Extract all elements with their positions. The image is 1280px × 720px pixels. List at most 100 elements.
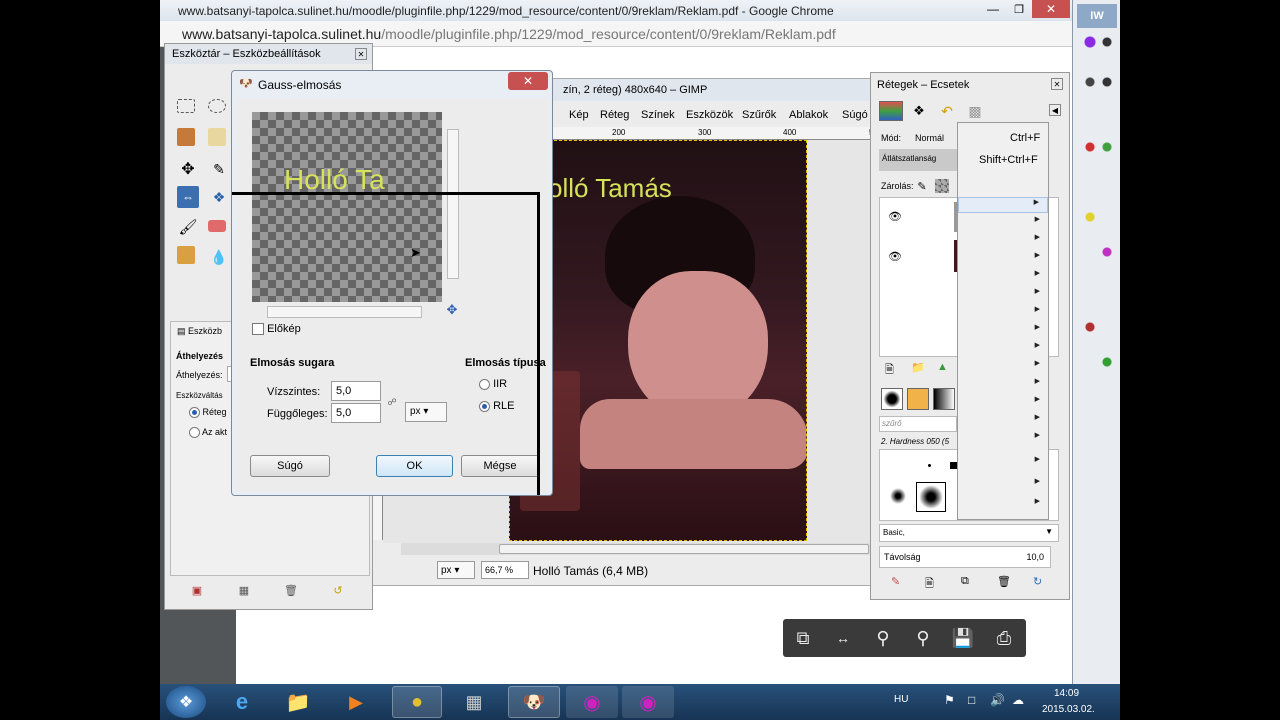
- menu-item-noise[interactable]: ▶: [958, 287, 1048, 303]
- gauss-close-button[interactable]: ✕: [508, 72, 548, 90]
- menu-item-decor[interactable]: ▶: [958, 377, 1048, 393]
- fit-width-icon[interactable]: ↔: [825, 621, 861, 655]
- tab-paths-icon[interactable]: ▩: [963, 101, 987, 121]
- tab-undo-icon[interactable]: ↶: [935, 101, 959, 121]
- zoom-select[interactable]: 66,7 %: [481, 561, 529, 579]
- zoom-in-icon[interactable]: ⚲: [905, 621, 941, 655]
- menu-item-python[interactable]: ▶: [958, 477, 1048, 493]
- menu-szinek[interactable]: Színek: [641, 109, 675, 121]
- flag-icon[interactable]: ⚑: [944, 693, 955, 707]
- edit-brush-icon[interactable]: ✎: [891, 575, 900, 588]
- ellipse-select-icon[interactable]: [208, 99, 226, 113]
- gimp-taskbar-icon[interactable]: 🐶: [508, 686, 560, 718]
- fuzzy-select-icon[interactable]: [177, 128, 195, 146]
- minimize-button[interactable]: —: [980, 0, 1006, 18]
- menu-item-artistic[interactable]: ▶: [958, 359, 1048, 375]
- align-icon[interactable]: ✎: [208, 158, 230, 180]
- save-options-icon[interactable]: ▣: [190, 583, 204, 597]
- flip-icon[interactable]: ⇔: [177, 186, 199, 208]
- configure-tab-icon[interactable]: ◀: [1049, 104, 1061, 116]
- menu-item-web[interactable]: ▶: [958, 431, 1048, 447]
- move-icon[interactable]: ✥: [177, 158, 199, 180]
- clock-date[interactable]: 2015.03.02.: [1042, 704, 1095, 715]
- brush-dot-medium[interactable]: [950, 462, 957, 469]
- layers-close-icon[interactable]: ✕: [1051, 78, 1063, 90]
- spacing-slider[interactable]: Távolság 10,0: [879, 546, 1051, 568]
- radio-layer[interactable]: Réteg: [189, 407, 227, 419]
- save-icon[interactable]: 💾: [945, 621, 981, 655]
- bucket-icon[interactable]: [177, 246, 195, 264]
- cage-icon[interactable]: ❖: [208, 186, 230, 208]
- menu-item-blur[interactable]: ▶: [958, 215, 1048, 231]
- zoom-out-icon[interactable]: ⚲: [865, 621, 901, 655]
- brush-filter-input[interactable]: szűrő: [879, 416, 957, 432]
- refresh-brushes-icon[interactable]: ↻: [1033, 575, 1042, 588]
- menu-item-reshow[interactable]: Shift+Ctrl+F: [958, 149, 1048, 169]
- volume-icon[interactable]: 🔊: [990, 693, 1005, 707]
- preset-dropdown[interactable]: Basic, ▼: [879, 524, 1059, 542]
- layer-visibility-eye-icon-2[interactable]: 👁: [888, 250, 902, 263]
- eraser-icon[interactable]: [208, 220, 226, 232]
- app-taskbar-icon-2[interactable]: ◉: [622, 686, 674, 718]
- mode-value[interactable]: Normál: [915, 133, 944, 143]
- menu-eszkozok[interactable]: Eszközök: [686, 109, 733, 121]
- menu-item-generic[interactable]: ▶: [958, 323, 1048, 339]
- calculator-icon[interactable]: ▦: [454, 688, 494, 716]
- media-player-icon[interactable]: ▶: [336, 688, 376, 716]
- menu-sugo[interactable]: Súgó: [842, 109, 868, 121]
- delete-options-icon[interactable]: 🗑: [284, 583, 298, 597]
- image-canvas[interactable]: olló Tamás: [509, 140, 807, 541]
- menu-item-light[interactable]: ▶: [958, 269, 1048, 285]
- menu-item-distorts[interactable]: ▶: [958, 251, 1048, 267]
- explorer-icon[interactable]: 📁: [278, 688, 318, 716]
- toolbox-close-icon[interactable]: ✕: [355, 48, 367, 60]
- menu-item-animation[interactable]: ▶: [958, 455, 1048, 471]
- lock-alpha-icon[interactable]: [935, 179, 949, 193]
- menu-item-repeat[interactable]: Ctrl+F: [958, 127, 1048, 147]
- tab-channels-icon[interactable]: ❖: [907, 101, 931, 121]
- brush-tab-icon[interactable]: [881, 388, 903, 410]
- h-scrollbar[interactable]: [401, 543, 871, 555]
- duplicate-brush-icon[interactable]: ⧉: [961, 575, 969, 588]
- menu-item-script[interactable]: ▶: [958, 497, 1048, 513]
- menu-ablakok[interactable]: Ablakok: [789, 109, 828, 121]
- new-group-icon[interactable]: 📁: [911, 361, 925, 374]
- pattern-tab-icon[interactable]: [907, 388, 929, 410]
- maximize-button[interactable]: ❐: [1006, 0, 1032, 18]
- tool-options-tab[interactable]: ▤ Eszközb: [177, 326, 237, 342]
- raise-layer-icon[interactable]: ▲: [937, 361, 948, 373]
- new-brush-icon[interactable]: 🗎: [925, 575, 934, 594]
- brush-fuzzy-1[interactable]: [890, 488, 906, 504]
- radio-active[interactable]: Az akt: [189, 427, 227, 439]
- paths-icon[interactable]: [208, 128, 226, 146]
- menu-item-enhance[interactable]: ▶: [958, 233, 1048, 249]
- ie-icon[interactable]: e: [222, 688, 262, 716]
- menu-item-combine[interactable]: ▶: [958, 341, 1048, 357]
- layer-visibility-eye-icon[interactable]: 👁: [888, 210, 902, 223]
- paintbrush-icon[interactable]: 🖌: [177, 216, 199, 238]
- unit-select[interactable]: px ▾: [437, 561, 475, 579]
- brush-fuzzy-2[interactable]: [916, 482, 946, 512]
- rect-select-icon[interactable]: [177, 99, 195, 113]
- app-taskbar-icon-1[interactable]: ◉: [566, 686, 618, 718]
- chrome-taskbar-icon[interactable]: ●: [392, 686, 442, 718]
- menu-item-edge[interactable]: ▶: [958, 305, 1048, 321]
- menu-reteg[interactable]: Réteg: [600, 109, 629, 121]
- delete-brush-icon[interactable]: 🗑: [997, 575, 1011, 588]
- print-icon[interactable]: ⎙: [985, 621, 1023, 655]
- menu-item-map[interactable]: ▶: [958, 395, 1048, 411]
- network-icon[interactable]: □: [968, 693, 975, 707]
- fit-page-icon[interactable]: ⧉: [785, 621, 821, 655]
- new-layer-icon[interactable]: 🗎: [885, 361, 894, 380]
- reset-options-icon[interactable]: ↺: [331, 583, 345, 597]
- menu-item-recent[interactable]: ▶: [958, 197, 1048, 213]
- menu-szurok[interactable]: Szűrők: [742, 109, 776, 121]
- gradient-tab-icon[interactable]: [933, 388, 955, 410]
- menu-item-render[interactable]: ▶: [958, 413, 1048, 429]
- lock-pixels-icon[interactable]: ✎: [915, 179, 929, 193]
- blur-icon[interactable]: 💧: [208, 246, 230, 268]
- language-indicator[interactable]: HU: [894, 694, 908, 705]
- close-button[interactable]: ✕: [1032, 0, 1070, 18]
- tab-layers-icon[interactable]: [879, 101, 903, 121]
- clock-time[interactable]: 14:09: [1054, 688, 1079, 699]
